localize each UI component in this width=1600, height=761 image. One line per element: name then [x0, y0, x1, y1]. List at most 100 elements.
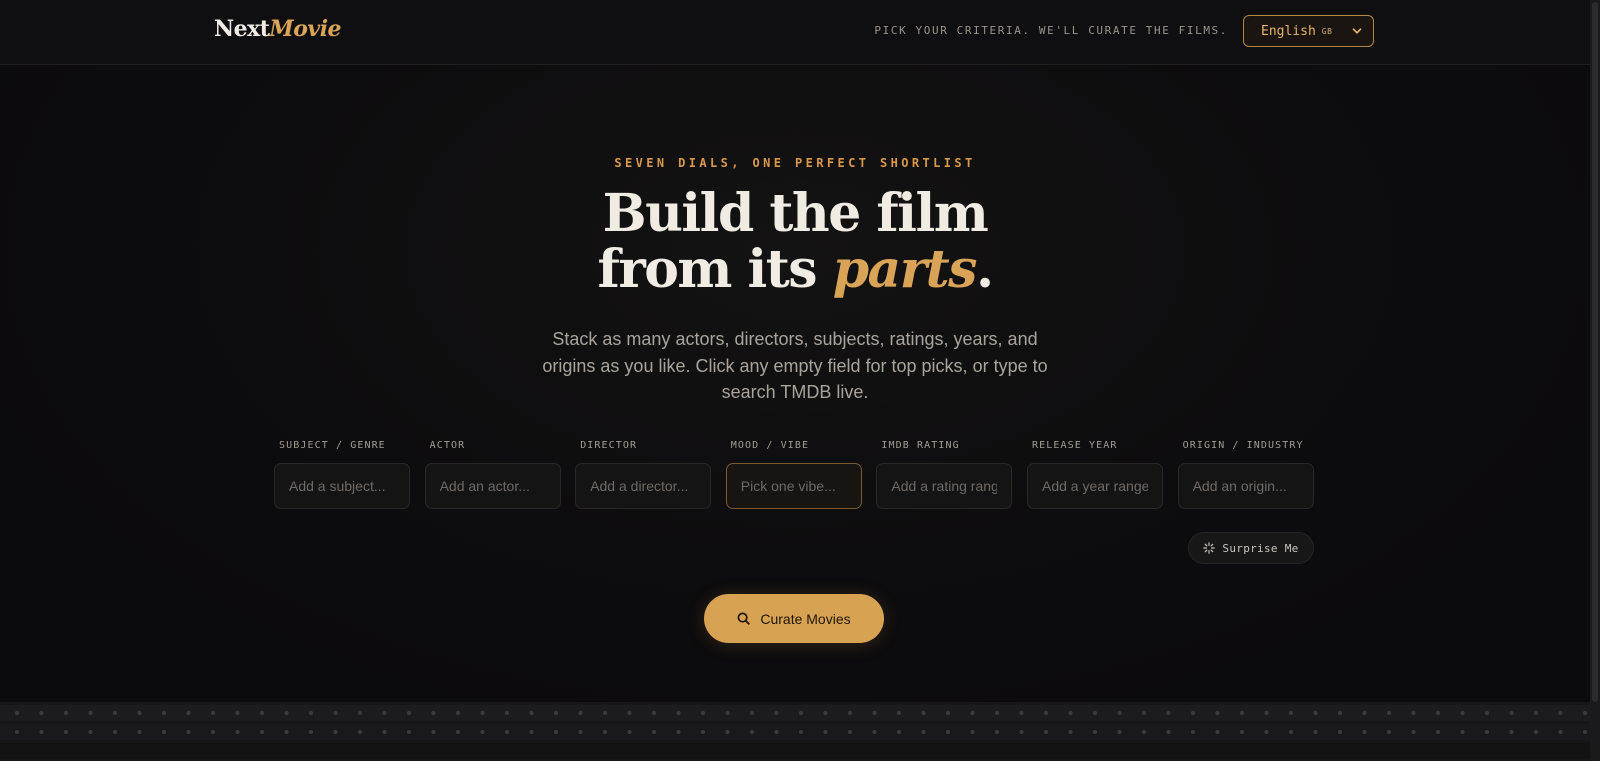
sprocket-hole [1386, 710, 1392, 716]
film-strip-row [0, 743, 1590, 759]
sprocket-hole [725, 710, 730, 716]
sprocket-hole [333, 729, 338, 735]
logo-accent: Movie [269, 16, 342, 42]
sprocket-hole [847, 729, 853, 735]
sprocket-hole [1215, 729, 1220, 735]
hero-headline: Build the film from its parts. [0, 186, 1590, 298]
sprocket-hole [1435, 710, 1441, 716]
sprocket-hole [627, 710, 632, 716]
film-holes [14, 729, 1588, 735]
sprocket-hole [1411, 710, 1416, 716]
language-select[interactable]: English GB [1243, 15, 1374, 47]
headline-line-1: Build the film [602, 183, 989, 244]
sprocket-hole [382, 729, 387, 735]
sprocket-hole [1484, 729, 1490, 735]
sprocket-hole [700, 729, 706, 735]
sprocket-hole [578, 710, 583, 716]
mood-input[interactable] [725, 463, 862, 509]
field-label: MOOD / VIBE [730, 440, 810, 451]
top-bar: NextMovie PICK YOUR CRITERIA. WE'LL CURA… [0, 0, 1590, 65]
sprocket-hole [1288, 710, 1294, 716]
sprocket-hole [308, 710, 314, 716]
film-holes [14, 710, 1588, 716]
sprocket-hole [970, 710, 975, 716]
sprocket-hole [553, 729, 559, 735]
search-icon [737, 612, 751, 625]
sprocket-hole [1435, 729, 1441, 735]
sprocket-hole [1068, 729, 1073, 735]
subject-input[interactable] [274, 463, 410, 509]
sprocket-hole [896, 729, 902, 735]
sprocket-hole [210, 710, 216, 716]
sprocket-hole [1264, 729, 1269, 735]
sprocket-hole [504, 710, 510, 716]
sprocket-hole [921, 729, 926, 735]
origin-input[interactable] [1177, 463, 1314, 509]
sprocket-hole [259, 729, 265, 735]
sprocket-hole [651, 710, 657, 716]
sprocket-hole [308, 729, 314, 735]
sprocket-hole [1141, 729, 1147, 735]
sprocket-hole [235, 710, 240, 716]
sprocket-hole [161, 710, 167, 716]
sprocket-hole [602, 729, 608, 735]
logo-main: Next [214, 16, 270, 42]
field-director: DIRECTOR [575, 440, 712, 509]
actor-input[interactable] [424, 463, 561, 509]
sprocket-hole [1068, 710, 1073, 716]
sprocket-hole [1019, 729, 1024, 735]
sprocket-hole [921, 710, 926, 716]
sprocket-hole [14, 729, 20, 735]
sprocket-hole [161, 729, 167, 735]
sprocket-hole [88, 710, 93, 716]
sprocket-hole [1558, 710, 1563, 716]
field-actor: ACTOR [424, 440, 561, 509]
sprocket-hole [896, 710, 902, 716]
field-subject-genre: SUBJECT / GENRE [274, 440, 410, 509]
sprocket-hole [1239, 710, 1245, 716]
logo[interactable]: NextMovie [214, 16, 342, 42]
sprocket-hole [406, 729, 412, 735]
sprocket-hole [1313, 729, 1318, 735]
sprocket-hole [63, 729, 69, 735]
sprocket-hole [39, 710, 44, 716]
director-input[interactable] [575, 463, 712, 509]
surprise-me-button[interactable]: Surprise Me [1188, 532, 1314, 564]
sprocket-hole [529, 729, 534, 735]
sprocket-hole [39, 729, 44, 735]
sprocket-hole [1509, 729, 1514, 735]
year-input[interactable] [1027, 463, 1163, 509]
scrollbar-thumb[interactable] [1592, 2, 1598, 702]
sprocket-hole [210, 729, 216, 735]
sprocket-hole [1092, 710, 1098, 716]
sprocket-hole [1019, 710, 1024, 716]
headline-accent: parts [832, 239, 978, 300]
sprocket-hole [1141, 710, 1147, 716]
curate-movies-button[interactable]: Curate Movies [704, 594, 884, 643]
sparkle-icon [1203, 542, 1216, 554]
sprocket-hole [872, 710, 877, 716]
sprocket-hole [186, 710, 191, 716]
sprocket-hole [627, 729, 632, 735]
sprocket-hole [1043, 729, 1049, 735]
sprocket-hole [186, 729, 191, 735]
surprise-me-label: Surprise Me [1222, 541, 1299, 555]
sprocket-hole [1215, 710, 1220, 716]
sprocket-hole [1313, 710, 1318, 716]
sprocket-hole [749, 729, 755, 735]
sprocket-hole [1362, 710, 1367, 716]
language-flag: GB [1321, 26, 1333, 36]
sprocket-hole [14, 710, 20, 716]
chevron-down-icon [1352, 28, 1362, 34]
criteria-fields: SUBJECT / GENRE ACTOR DIRECTOR MOOD / VI… [274, 440, 1314, 510]
sprocket-hole [1288, 729, 1294, 735]
sprocket-hole [578, 729, 583, 735]
field-release-year: RELEASE YEAR [1027, 440, 1163, 509]
sprocket-hole [1582, 729, 1588, 735]
rating-input[interactable] [876, 463, 1013, 509]
sprocket-hole [88, 729, 93, 735]
sprocket-hole [1092, 729, 1098, 735]
sprocket-hole [798, 729, 804, 735]
sprocket-hole [1582, 710, 1588, 716]
page-scrollbar[interactable] [1590, 0, 1600, 761]
